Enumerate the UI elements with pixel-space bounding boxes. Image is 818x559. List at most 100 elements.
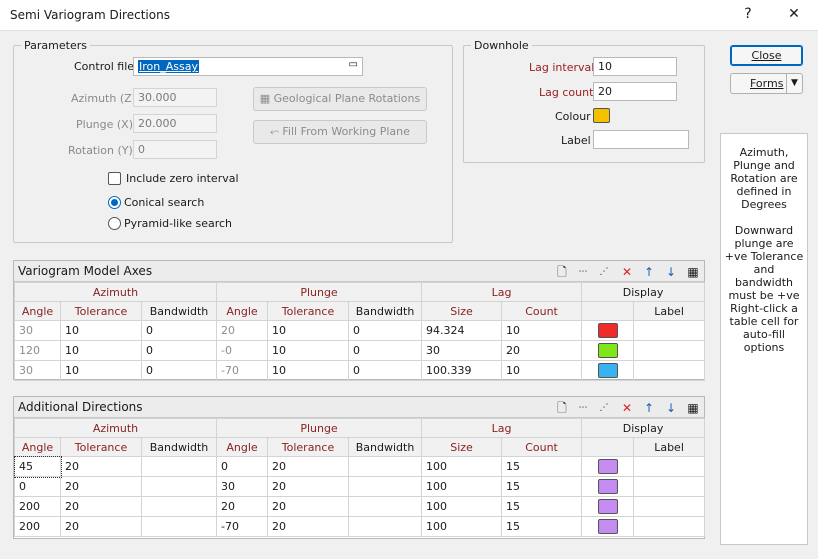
col-tolerance[interactable]: Tolerance [267,437,349,457]
lag-interval-input[interactable]: 10 [593,57,677,76]
table-cell-pl-tol[interactable]: 10 [267,360,349,381]
col-count[interactable]: Count [501,301,583,321]
col-count[interactable]: Count [501,437,583,457]
table-cell-az-tol[interactable]: 10 [60,340,142,361]
colour-cell[interactable] [581,360,635,381]
include-zero-checkbox[interactable] [108,172,121,185]
table-cell-az[interactable]: 200 [14,516,61,537]
browse-icon[interactable]: ▭ [349,59,358,70]
table-cell-pl[interactable]: -0 [216,340,268,361]
colour-swatch[interactable] [597,343,618,358]
table-cell-size[interactable]: 100.339 [421,360,503,381]
col-angle[interactable]: Angle [216,301,268,321]
colour-swatch[interactable] [597,499,618,514]
control-file-input[interactable]: Iron_Assay ▭ [133,57,363,76]
help-button[interactable]: ? [736,6,760,22]
col-tolerance[interactable]: Tolerance [60,301,142,321]
table-cell-az-bw[interactable] [141,476,217,497]
lag-count-input[interactable]: 20 [593,82,677,101]
conical-search-radio[interactable] [108,196,121,209]
table-cell-az[interactable]: 200 [14,496,61,517]
table-cell-size[interactable]: 100 [421,476,503,497]
table-cell-az[interactable]: 120 [14,340,61,361]
table-cell-count[interactable]: 20 [501,340,583,361]
delete-icon[interactable]: ✕ [619,400,635,416]
new-row-icon[interactable]: 🗋 [554,264,570,280]
calculator-icon[interactable]: ▦ [685,400,701,416]
colour-cell[interactable] [581,320,635,341]
table-cell-pl-bw[interactable] [347,456,423,477]
colour-cell[interactable] [581,340,635,361]
table-cell-size[interactable]: 100 [421,516,503,537]
col-angle[interactable]: Angle [216,437,268,457]
table-cell-az-tol[interactable]: 20 [60,516,142,537]
table-cell-pl[interactable]: 30 [216,476,268,497]
colour-cell[interactable] [581,516,635,537]
table-cell-az-tol[interactable]: 20 [60,476,142,497]
table-cell-az[interactable]: 45 [13,455,62,478]
table-cell-az[interactable]: 30 [14,360,61,381]
colour-swatch[interactable] [597,323,618,338]
table-cell-label[interactable] [633,340,706,361]
close-window-button[interactable]: ✕ [782,6,806,22]
pyramid-search-radio[interactable] [108,217,121,230]
col-bandwidth[interactable]: Bandwidth [347,301,423,321]
table-cell-size[interactable]: 30 [421,340,503,361]
rotation-input[interactable]: 0 [133,140,217,159]
table-cell-pl-bw[interactable]: 0 [347,320,423,341]
col-angle[interactable]: Angle [14,437,61,457]
table-cell-az-bw[interactable] [141,496,217,517]
table-cell-pl[interactable]: 20 [216,496,268,517]
table-cell-count[interactable]: 15 [501,496,583,517]
table-cell-label[interactable] [633,456,706,477]
table-cell-size[interactable]: 94.324 [421,320,503,341]
col-colour[interactable] [581,301,635,321]
calculator-icon[interactable]: ▦ [685,264,701,280]
geological-plane-rotations-button[interactable]: ▦ Geological Plane Rotations [253,87,427,111]
table-cell-label[interactable] [633,516,706,537]
table-cell-az-bw[interactable] [141,456,217,477]
append-row-icon[interactable]: ⋰ [596,264,612,280]
table-cell-pl-tol[interactable]: 10 [267,340,349,361]
forms-button[interactable]: Forms ▼ [730,73,803,94]
col-tolerance[interactable]: Tolerance [267,301,349,321]
col-label[interactable]: Label [633,301,706,321]
table-cell-count[interactable]: 10 [501,360,583,381]
table-cell-pl-tol[interactable]: 20 [267,516,349,537]
move-up-icon[interactable]: ↑ [641,400,657,416]
col-size[interactable]: Size [421,437,503,457]
azimuth-input[interactable]: 30.000 [133,88,217,107]
colour-swatch[interactable] [593,108,610,123]
label-input[interactable] [593,130,689,149]
table-cell-pl[interactable]: 0 [216,456,268,477]
colour-swatch[interactable] [597,459,618,474]
table-cell-label[interactable] [633,496,706,517]
table-cell-az-tol[interactable]: 10 [60,320,142,341]
table-cell-az-bw[interactable] [141,516,217,537]
col-tolerance[interactable]: Tolerance [60,437,142,457]
col-angle[interactable]: Angle [14,301,61,321]
col-label[interactable]: Label [633,437,706,457]
table-cell-label[interactable] [633,320,706,341]
table-cell-pl-tol[interactable]: 20 [267,456,349,477]
col-size[interactable]: Size [421,301,503,321]
table-cell-pl-bw[interactable] [347,476,423,497]
table-cell-count[interactable]: 15 [501,516,583,537]
table-cell-pl-tol[interactable]: 10 [267,320,349,341]
plunge-input[interactable]: 20.000 [133,114,217,133]
table-cell-pl[interactable]: -70 [216,360,268,381]
table-cell-pl-tol[interactable]: 20 [267,476,349,497]
table-cell-az-tol[interactable]: 10 [60,360,142,381]
move-up-icon[interactable]: ↑ [641,264,657,280]
table-cell-az-tol[interactable]: 20 [60,456,142,477]
delete-icon[interactable]: ✕ [619,264,635,280]
append-row-icon[interactable]: ⋰ [596,400,612,416]
table-cell-pl-bw[interactable] [347,516,423,537]
table-cell-az-tol[interactable]: 20 [60,496,142,517]
colour-cell[interactable] [581,456,635,477]
table-cell-az-bw[interactable]: 0 [141,320,217,341]
table-cell-az[interactable]: 30 [14,320,61,341]
table-cell-count[interactable]: 10 [501,320,583,341]
table-cell-pl-bw[interactable]: 0 [347,340,423,361]
chevron-down-icon[interactable]: ▼ [786,74,802,93]
